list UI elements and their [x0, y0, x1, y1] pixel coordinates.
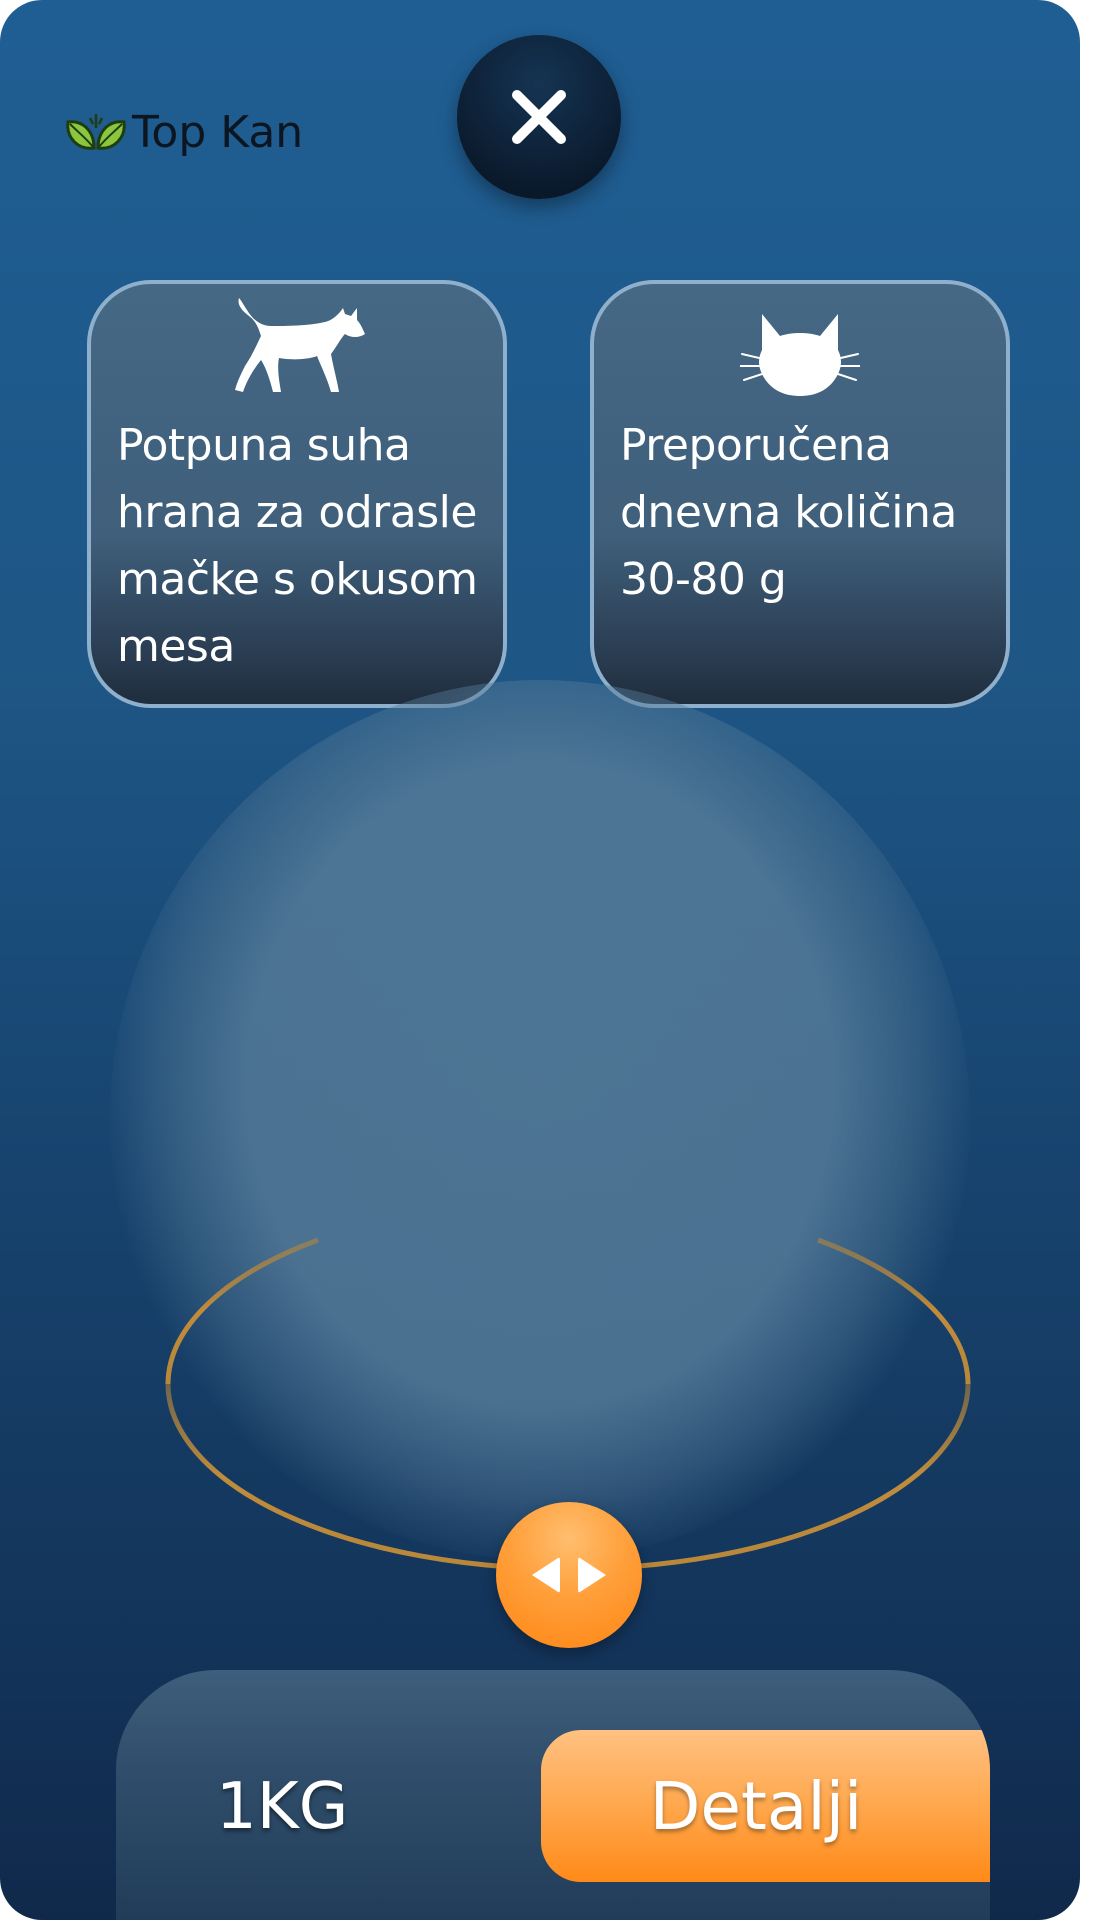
details-button[interactable]: Detalji — [541, 1730, 990, 1882]
close-icon — [512, 90, 566, 144]
bottom-panel: 1KG Detalji — [116, 1670, 990, 1920]
details-button-label: Detalji — [649, 1767, 863, 1845]
leaf-logo-icon — [66, 114, 126, 150]
card-text-daily-amount: Preporučena dnevna količina 30-80 g — [620, 420, 957, 605]
info-card-food-type: Potpuna suha hrana za odrasle mačke s ok… — [87, 280, 507, 708]
rotate-product-button[interactable] — [496, 1502, 642, 1648]
page-margin — [1080, 0, 1099, 1920]
brand-logo: Top Kan — [64, 102, 303, 162]
package-weight: 1KG — [216, 1770, 349, 1844]
info-card-daily-amount: Preporučena dnevna količina 30-80 g — [590, 280, 1010, 708]
close-button[interactable] — [457, 35, 621, 199]
product-viewer-screen: Top Kan Potpuna suha hrana za odrasle ma… — [0, 0, 1080, 1920]
card-text-food-type: Potpuna suha hrana za odrasle mačke s ok… — [117, 420, 478, 672]
product-spotlight — [110, 680, 970, 1560]
cat-face-icon — [740, 314, 860, 396]
walking-cat-icon — [235, 298, 365, 392]
brand-name: Top Kan — [132, 106, 304, 158]
left-right-arrows-icon — [532, 1557, 606, 1593]
